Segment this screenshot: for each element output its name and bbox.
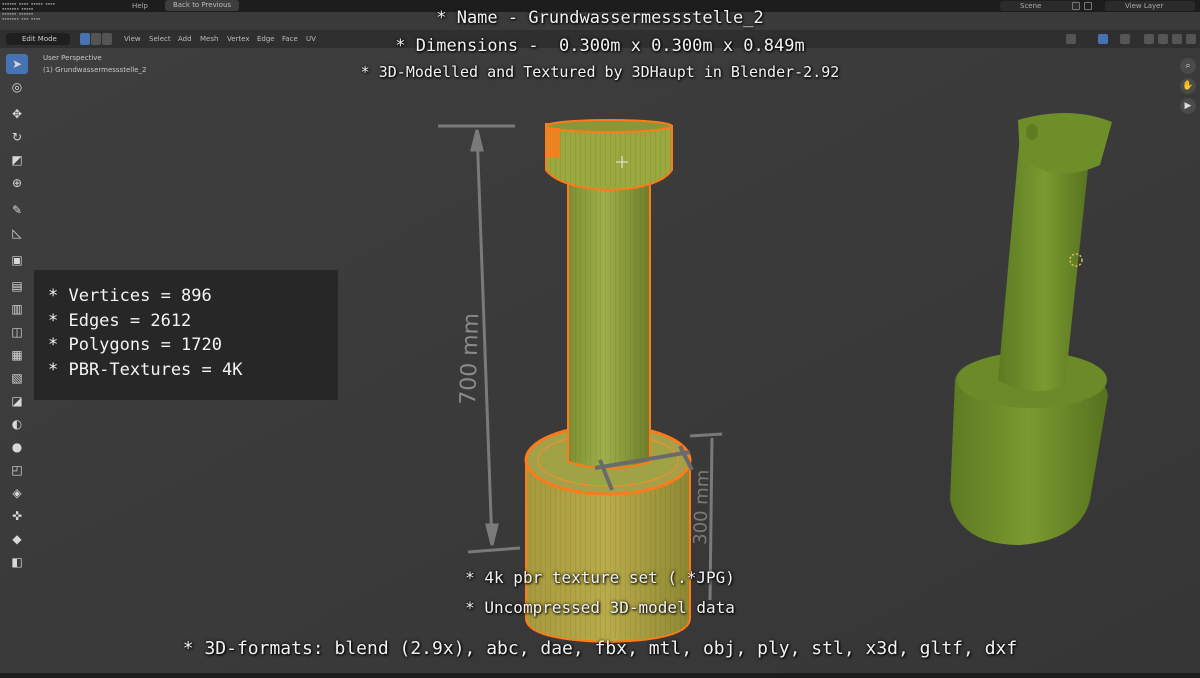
tool-move[interactable]: ✥: [6, 104, 28, 124]
overlay-texture-set: * 4k pbr texture set (.*JPG): [465, 568, 735, 587]
inset-icon: ▥: [11, 302, 23, 316]
measure-icon: ◺: [12, 226, 22, 240]
edge-slide-icon: ◈: [12, 486, 22, 500]
poly-build-icon: ◪: [11, 394, 23, 408]
annotate-icon: ✎: [11, 203, 23, 217]
tool-annotate[interactable]: ✎: [6, 200, 28, 220]
stat-polygons: * Polygons = 1720: [48, 335, 222, 355]
stat-edges: * Edges = 2612: [48, 311, 192, 331]
base-height-label: 300 mm: [690, 469, 714, 545]
spin-icon: ◐: [11, 417, 23, 431]
tool-rotate[interactable]: ↻: [6, 127, 28, 147]
overlay-dimensions: * Dimensions - 0.300m x 0.300m x 0.849m: [395, 36, 805, 56]
tool-shrink[interactable]: ✜: [6, 506, 28, 526]
status-bar: [0, 673, 1200, 678]
overlay-formats: * 3D-formats: blend (2.9x), abc, dae, fb…: [182, 638, 1018, 659]
extrude-icon: ▤: [11, 279, 23, 293]
overlay-credit: * 3D-Modelled and Textured by 3DHaupt in…: [360, 63, 840, 81]
add-cube-icon: ▣: [11, 253, 23, 267]
tool-transform[interactable]: ⊕: [6, 173, 28, 193]
camera-view-icon[interactable]: ▶: [1180, 98, 1196, 114]
transform-icon: ⊕: [11, 176, 23, 190]
mesh-stats-panel: * Vertices = 896 * Edges = 2612 * Polygo…: [34, 270, 338, 400]
shear-icon: ◆: [12, 532, 22, 546]
tool-edge-slide[interactable]: ◈: [6, 483, 28, 503]
tool-loop-cut[interactable]: ▦: [6, 345, 28, 365]
overlay-title: * Name - Grundwassermessstelle_2: [436, 8, 764, 28]
tool-scale[interactable]: ◩: [6, 150, 28, 170]
left-toolbar: ➤ ◎ ✥ ↻ ◩ ⊕ ✎ ◺ ▣ ▤ ▥ ◫ ▦ ▧ ◪ ◐ ● ◰ ◈ ✜ …: [4, 52, 30, 582]
tool-spin[interactable]: ◐: [6, 414, 28, 434]
randomize-icon: ◰: [11, 463, 23, 477]
tool-inset[interactable]: ▥: [6, 299, 28, 319]
shrink-icon: ✜: [11, 509, 23, 523]
knife-icon: ▧: [11, 371, 23, 385]
stat-vertices: * Vertices = 896: [48, 286, 212, 306]
tool-add-cube[interactable]: ▣: [6, 250, 28, 270]
tool-bevel[interactable]: ◫: [6, 322, 28, 342]
smooth-icon: ●: [11, 440, 23, 454]
tool-shear[interactable]: ◆: [6, 529, 28, 549]
stat-textures: * PBR-Textures = 4K: [48, 360, 243, 380]
height-dimension-label: 700 mm: [456, 313, 484, 406]
rotate-icon: ↻: [11, 130, 23, 144]
move-icon: ✥: [11, 107, 23, 121]
overlay-uncompressed: * Uncompressed 3D-model data: [465, 598, 735, 617]
scale-icon: ◩: [11, 153, 23, 167]
tool-poly-build[interactable]: ◪: [6, 391, 28, 411]
bevel-icon: ◫: [11, 325, 23, 339]
tool-randomize[interactable]: ◰: [6, 460, 28, 480]
loop-cut-icon: ▦: [11, 348, 23, 362]
tool-knife[interactable]: ▧: [6, 368, 28, 388]
tool-extrude[interactable]: ▤: [6, 276, 28, 296]
tool-smooth[interactable]: ●: [6, 437, 28, 457]
tool-measure[interactable]: ◺: [6, 223, 28, 243]
